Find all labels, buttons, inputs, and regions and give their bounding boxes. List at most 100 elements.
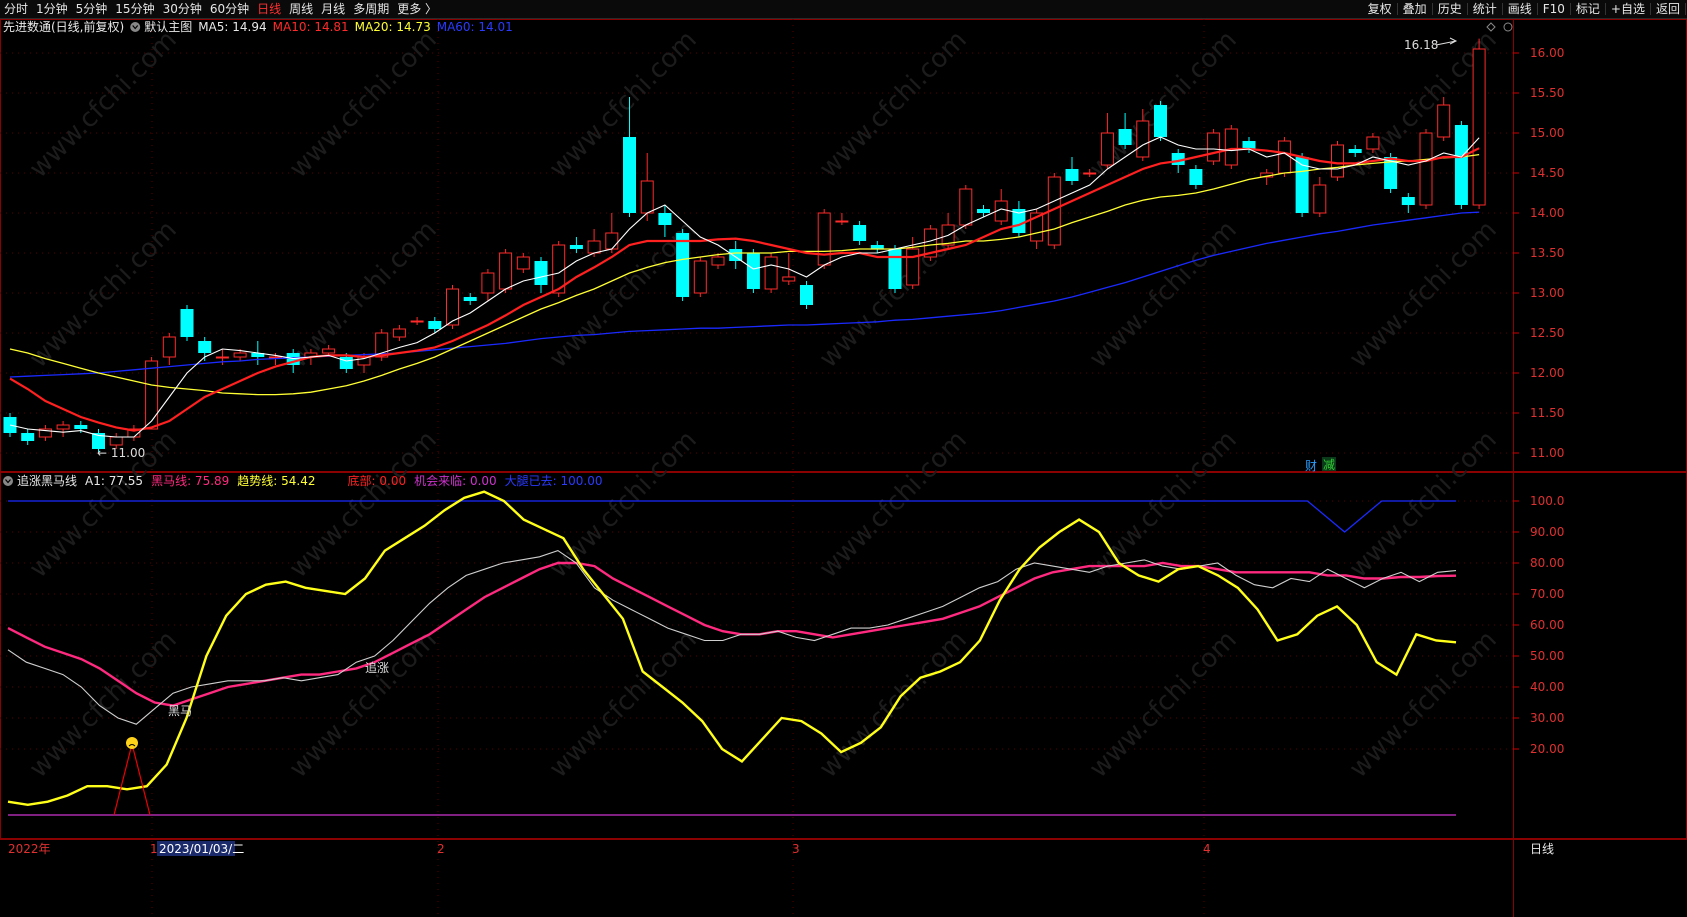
period-tab-8[interactable]: 月线: [317, 0, 349, 18]
candle-up[interactable]: [109, 436, 123, 446]
candle-down[interactable]: [623, 137, 636, 213]
candle-down[interactable]: [1065, 169, 1079, 181]
candle-up[interactable]: [835, 220, 849, 223]
candle-down[interactable]: [1118, 129, 1132, 145]
candle-down[interactable]: [1454, 125, 1468, 205]
candle-up[interactable]: [1472, 48, 1486, 206]
kline-chart[interactable]: 16.00 15.50 15.00 14.50 14.00 13.50 13.00 12.50…: [0, 19, 1687, 917]
price-axis-label: 12.00: [1530, 366, 1564, 380]
tool-button-7[interactable]: +自选: [1607, 0, 1649, 18]
settings-icon[interactable]: [1503, 22, 1513, 32]
candle-up[interactable]: [1437, 104, 1451, 138]
candle-down[interactable]: [339, 357, 353, 369]
candle-down[interactable]: [746, 253, 760, 289]
watermark: www.cfchi.com: [1344, 625, 1503, 784]
candle-up[interactable]: [1277, 140, 1291, 174]
candle-up[interactable]: [587, 240, 601, 254]
main-template-name: 默认主图: [144, 19, 192, 34]
candle-up[interactable]: [1366, 136, 1380, 150]
tool-button-8[interactable]: 返回: [1652, 0, 1684, 18]
candle-down[interactable]: [729, 249, 743, 261]
tool-button-3[interactable]: 统计: [1469, 0, 1501, 18]
candle-down[interactable]: [463, 297, 477, 301]
candle-up[interactable]: [1136, 120, 1150, 158]
period-tab-10[interactable]: 更多 〉: [393, 0, 441, 18]
indicator-axis-label: 60.00: [1530, 618, 1564, 632]
candle-up[interactable]: [711, 256, 725, 266]
candle-up[interactable]: [499, 252, 513, 290]
candle-down[interactable]: [888, 249, 902, 289]
period-tabs: 分时 1分钟 5分钟 15分钟 30分钟 60分钟 日线 周线 月线 多周期 更多 〉: [0, 0, 441, 18]
candle-up[interactable]: [906, 248, 920, 286]
tool-button-6[interactable]: 标记: [1572, 0, 1604, 18]
period-tab-6[interactable]: 日线: [253, 0, 285, 18]
candle-down[interactable]: [74, 425, 88, 429]
candle-down[interactable]: [658, 213, 672, 225]
candle-up[interactable]: [410, 320, 424, 323]
candle-down[interactable]: [1348, 149, 1362, 153]
period-tab-1[interactable]: 1分钟: [32, 0, 72, 18]
period-tab-9[interactable]: 多周期: [349, 0, 393, 18]
candle-up[interactable]: [693, 260, 707, 294]
tool-button-5[interactable]: F10: [1539, 0, 1569, 18]
candle-up[interactable]: [56, 424, 70, 430]
candle-down[interactable]: [676, 233, 690, 297]
candle-down[interactable]: [428, 321, 442, 329]
candle-down[interactable]: [534, 261, 548, 285]
candle-up[interactable]: [1207, 132, 1221, 162]
tool-button-0[interactable]: 复权: [1364, 0, 1396, 18]
candle-up[interactable]: [233, 352, 247, 358]
candle-down[interactable]: [1242, 141, 1256, 149]
candle-up[interactable]: [817, 212, 831, 266]
period-button[interactable]: 日线: [1530, 842, 1554, 856]
indicator-dropdown-icon[interactable]: [3, 476, 13, 486]
toolbar-separator: [1685, 3, 1686, 15]
candle-down[interactable]: [800, 285, 813, 305]
candle-down[interactable]: [977, 209, 990, 213]
candle-up[interactable]: [782, 276, 796, 282]
candle-down[interactable]: [569, 245, 583, 249]
smiley-icon[interactable]: [126, 737, 138, 749]
candle-up[interactable]: [322, 348, 336, 354]
candle-up[interactable]: [959, 188, 973, 226]
candle-up[interactable]: [215, 356, 229, 359]
candle-up[interactable]: [516, 256, 530, 270]
tool-button-1[interactable]: 叠加: [1399, 0, 1431, 18]
candle-down[interactable]: [180, 309, 194, 337]
period-tab-4[interactable]: 30分钟: [159, 0, 206, 18]
period-tab-7[interactable]: 周线: [285, 0, 317, 18]
finance-tag[interactable]: 财: [1305, 459, 1317, 473]
candle-down[interactable]: [198, 341, 212, 353]
candle-down[interactable]: [853, 225, 867, 241]
period-tab-5[interactable]: 60分钟: [206, 0, 253, 18]
candle-up[interactable]: [605, 232, 619, 250]
period-tab-0[interactable]: 分时: [0, 0, 32, 18]
candle-up[interactable]: [1313, 184, 1327, 214]
tool-button-4[interactable]: 画线: [1504, 0, 1536, 18]
tool-button-2[interactable]: 历史: [1434, 0, 1466, 18]
period-tab-2[interactable]: 5分钟: [72, 0, 112, 18]
candle-up[interactable]: [1419, 132, 1433, 206]
candle-up[interactable]: [392, 328, 406, 338]
candle-down[interactable]: [1401, 197, 1415, 205]
template-dropdown-icon[interactable]: [130, 22, 141, 32]
candle-down[interactable]: [21, 433, 35, 441]
date-month-1: 1: [150, 842, 158, 856]
diamond-icon[interactable]: [1486, 22, 1496, 32]
candle-down[interactable]: [1154, 105, 1167, 137]
candle-up[interactable]: [162, 336, 176, 358]
candle-down[interactable]: [1189, 169, 1203, 185]
candle-up[interactable]: [1100, 132, 1114, 166]
candle-up[interactable]: [764, 256, 778, 290]
indicator-trend: 趋势线: 54.42: [237, 474, 315, 488]
candle-up[interactable]: [481, 272, 495, 294]
reduce-tag[interactable]: 减: [1323, 458, 1335, 472]
candle-up[interactable]: [1224, 128, 1238, 166]
candle-up[interactable]: [640, 180, 654, 214]
period-tab-3[interactable]: 15分钟: [111, 0, 158, 18]
candle-up[interactable]: [1331, 144, 1344, 178]
candle-up[interactable]: [145, 360, 159, 430]
watermark: www.cfchi.com: [544, 425, 703, 584]
candle-up[interactable]: [1083, 172, 1097, 175]
toolbar-separator: [1466, 3, 1468, 15]
